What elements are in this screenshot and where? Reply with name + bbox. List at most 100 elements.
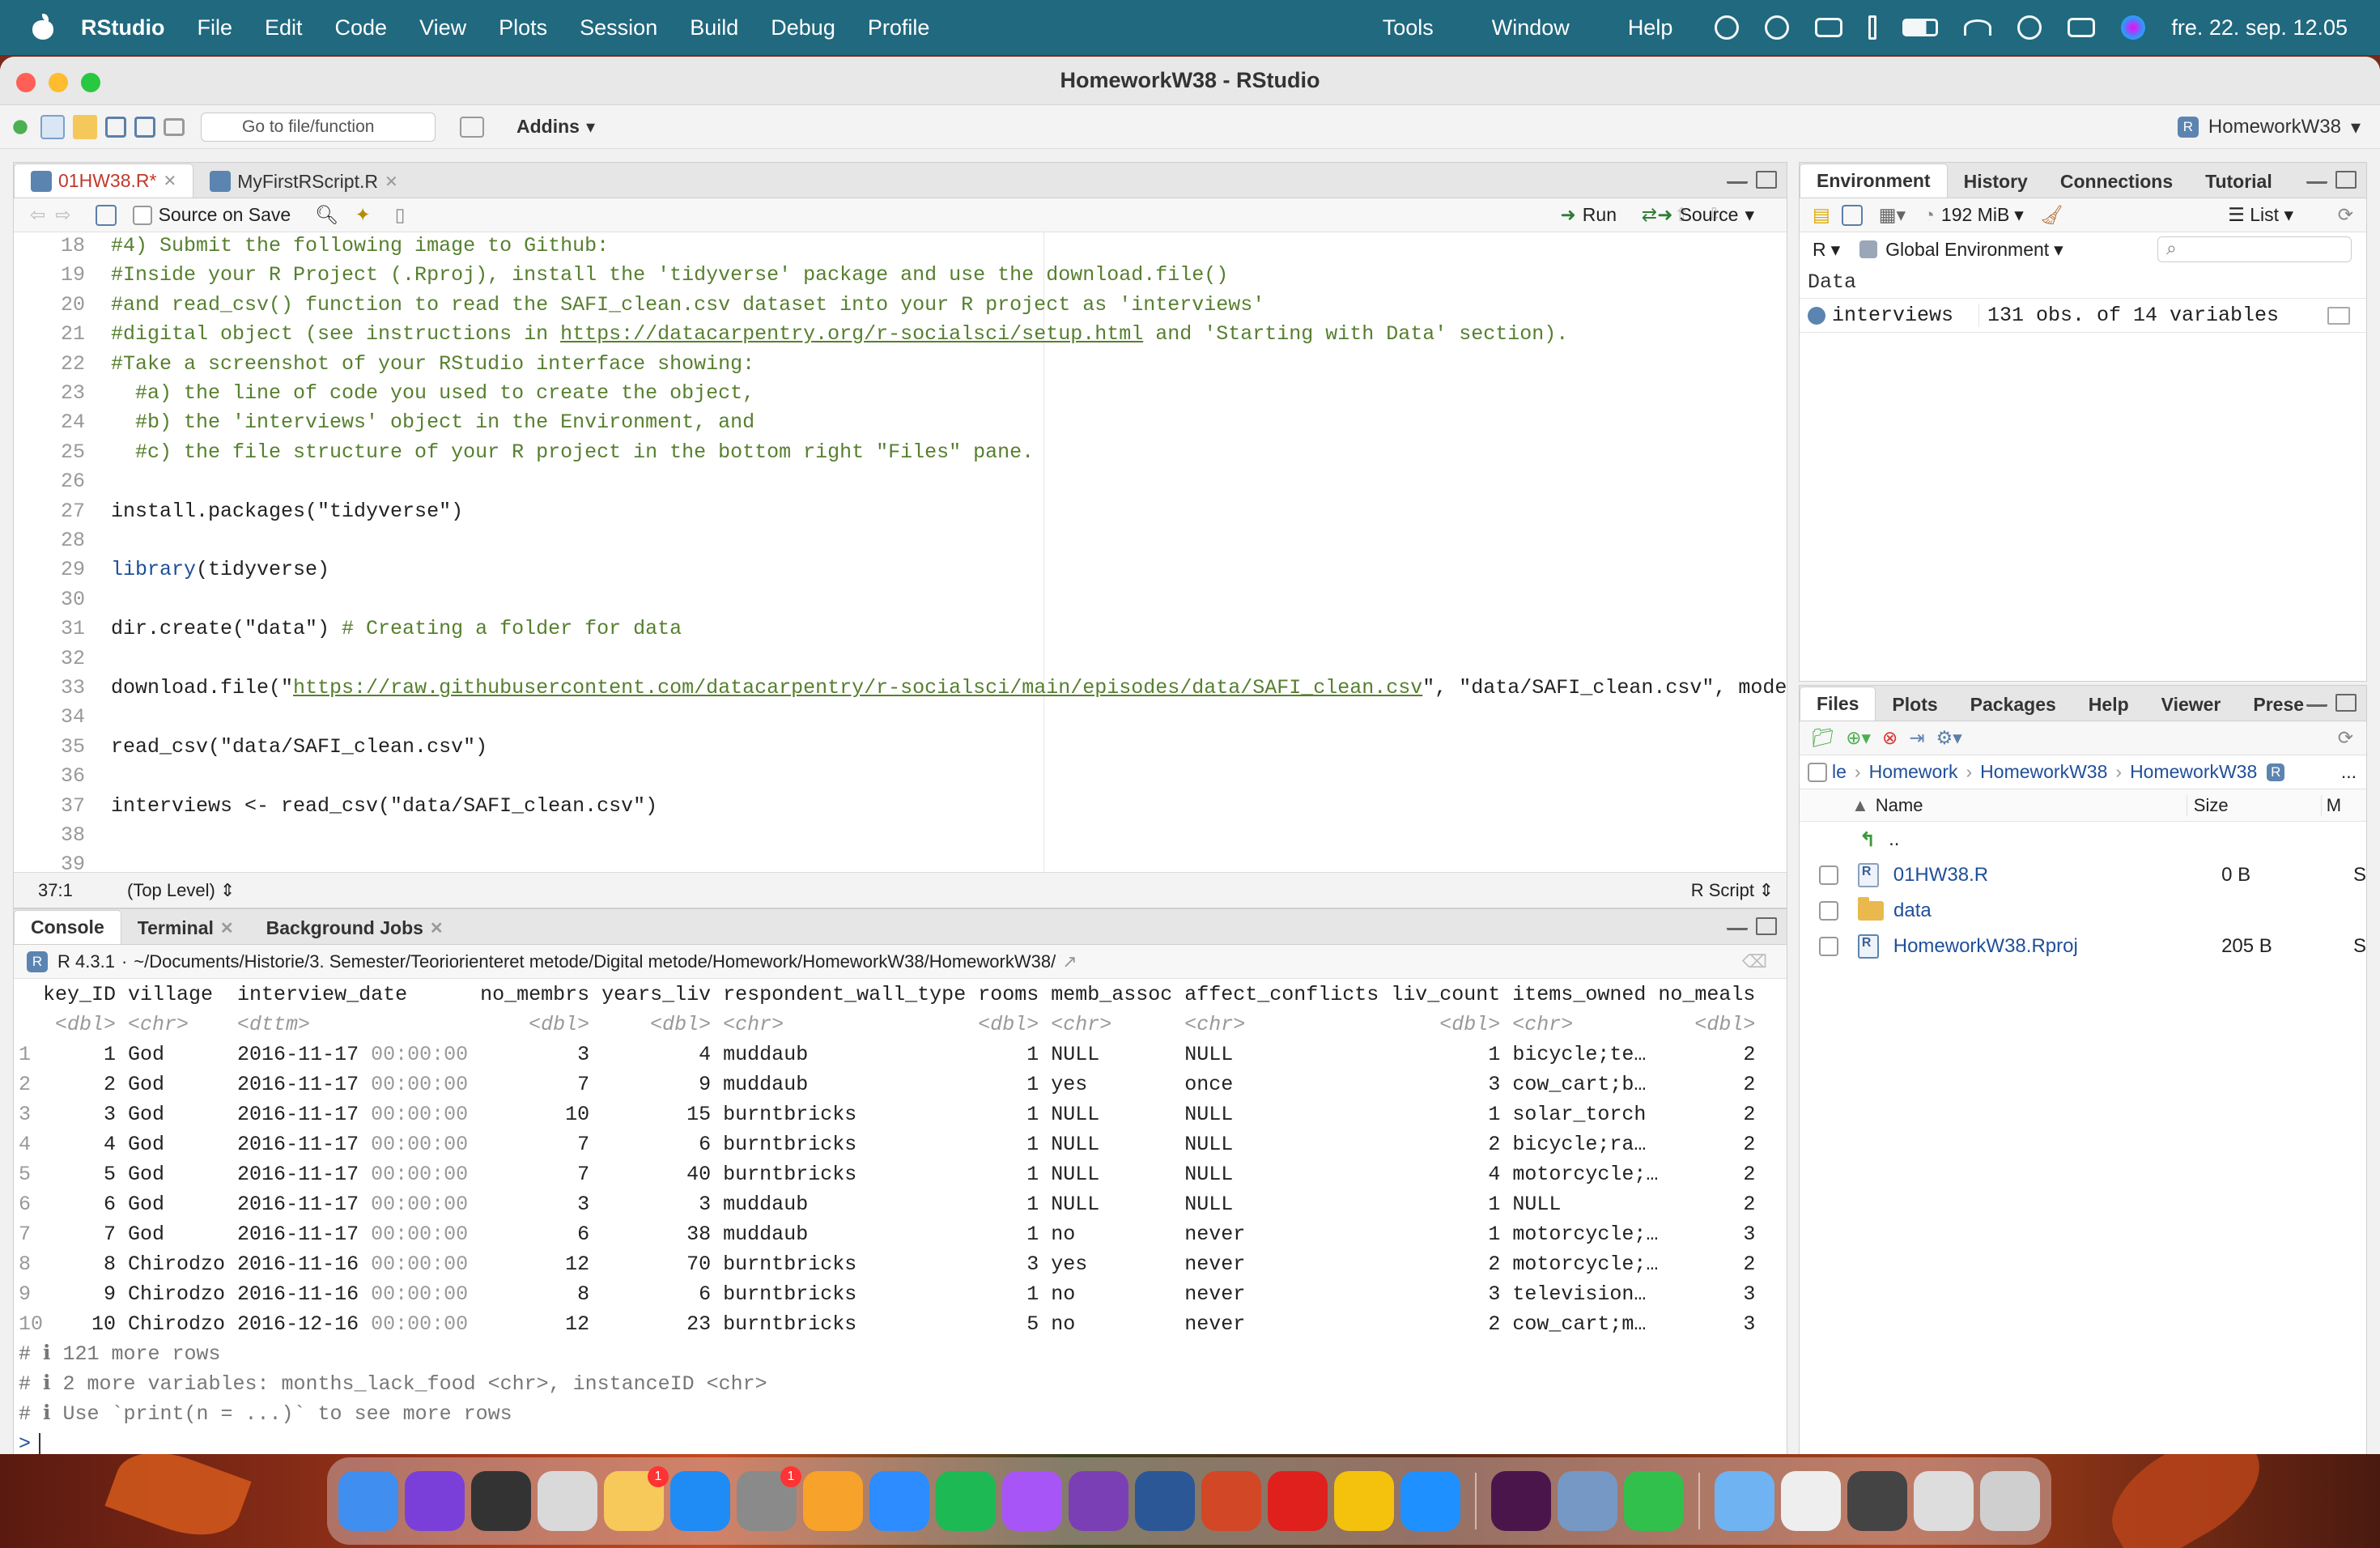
file-checkbox[interactable]: [1819, 865, 1838, 885]
addins-menu[interactable]: Addins: [516, 116, 580, 138]
minimize-pane-icon[interactable]: [1727, 917, 1748, 930]
tab-plots[interactable]: Plots: [1876, 688, 1953, 721]
file-row[interactable]: 01HW38.R 0 B S: [1800, 857, 2366, 893]
maximize-pane-icon[interactable]: [2335, 694, 2357, 712]
menu-build[interactable]: Build: [674, 15, 754, 40]
goto-file-input[interactable]: Go to file/function: [201, 112, 436, 142]
tab-viewer[interactable]: Viewer: [2145, 688, 2238, 721]
file-checkbox[interactable]: [1819, 901, 1838, 921]
menu-session[interactable]: Session: [563, 15, 674, 40]
close-icon[interactable]: ✕: [220, 918, 234, 938]
slack-icon[interactable]: [1491, 1471, 1551, 1531]
tab-files[interactable]: Files: [1800, 687, 1876, 721]
load-workspace-icon[interactable]: ▤: [1813, 204, 1830, 226]
code-line[interactable]: 24 #b) the 'interviews' object in the En…: [14, 409, 1787, 436]
menu-view[interactable]: View: [403, 15, 482, 40]
launchpad-icon[interactable]: [538, 1471, 597, 1531]
close-icon[interactable]: ✕: [430, 918, 444, 938]
col-modified[interactable]: M: [2320, 794, 2341, 816]
environment-search-input[interactable]: ⌕: [2157, 236, 2352, 262]
menu-tools[interactable]: Tools: [1366, 15, 1450, 40]
zoom-icon[interactable]: [869, 1471, 929, 1531]
keyboard-icon[interactable]: [1815, 18, 1843, 37]
scope-selector[interactable]: Global Environment: [1885, 239, 2049, 261]
console-output[interactable]: key_ID village interview_date no_membrs …: [14, 979, 1787, 1454]
code-line[interactable]: 21 #digital object (see instructions in h…: [14, 321, 1787, 348]
photos-icon[interactable]: 1: [604, 1466, 669, 1531]
scope-selector[interactable]: (Top Level): [127, 880, 215, 901]
source-on-save-checkbox[interactable]: [132, 205, 152, 225]
file-row-parent[interactable]: ↰ ..: [1800, 822, 2366, 857]
code-line[interactable]: 38: [14, 822, 1787, 849]
language-selector[interactable]: R: [1813, 239, 1826, 261]
goto-directory-icon[interactable]: ↗: [1062, 951, 1077, 972]
code-line[interactable]: 32: [14, 645, 1787, 673]
new-folder-icon[interactable]: 📁︎: [1811, 727, 1834, 749]
document-icon[interactable]: [1781, 1471, 1841, 1531]
file-row[interactable]: HomeworkW38.Rproj 205 B S: [1800, 929, 2366, 964]
maximize-pane-icon[interactable]: [1756, 917, 1777, 935]
menu-file[interactable]: File: [181, 15, 249, 40]
code-line[interactable]: 28: [14, 527, 1787, 555]
r-project-icon[interactable]: R: [2267, 763, 2285, 781]
code-line[interactable]: 19 #Inside your R Project (.Rproj), insta…: [14, 262, 1787, 289]
folder-icon[interactable]: [1715, 1471, 1774, 1531]
spotlight-search-icon[interactable]: [2017, 15, 2042, 40]
close-icon[interactable]: ✕: [385, 172, 398, 192]
file-row[interactable]: data: [1800, 893, 2366, 929]
back-arrow-icon[interactable]: ⇦: [30, 204, 45, 226]
breadcrumb-item[interactable]: Homework: [1869, 761, 1958, 783]
code-line[interactable]: 36: [14, 763, 1787, 790]
print-icon[interactable]: [164, 117, 185, 136]
menubar-clock[interactable]: fre. 22. sep. 12.05: [2171, 15, 2348, 40]
siri-icon[interactable]: [2121, 15, 2146, 40]
rename-icon[interactable]: ⇥: [1909, 727, 1924, 749]
finder-icon[interactable]: [338, 1471, 398, 1531]
breadcrumb-item[interactable]: HomeworkW38: [2130, 761, 2257, 783]
view-data-icon[interactable]: [2327, 306, 2350, 325]
code-line[interactable]: 18 #4) Submit the following image to Gith…: [14, 232, 1787, 260]
wifi-icon[interactable]: [1964, 19, 1992, 36]
pages-icon[interactable]: [803, 1471, 863, 1531]
file-name[interactable]: data: [1893, 899, 2224, 922]
messenger-icon[interactable]: [1002, 1471, 1062, 1531]
code-line[interactable]: 20 #and read_csv() function to read the S…: [14, 291, 1787, 319]
tab-background-jobs[interactable]: Background Jobs ✕: [250, 912, 460, 944]
menu-help[interactable]: Help: [1612, 15, 1689, 40]
code-line[interactable]: 25 #c) the file structure of your R proj…: [14, 439, 1787, 466]
new-file-icon[interactable]: [8, 114, 32, 139]
memory-usage[interactable]: 192 MiB: [1941, 204, 2009, 226]
project-menu[interactable]: R HomeworkW38 ▾: [2177, 105, 2361, 149]
tab-01hw38[interactable]: 01HW38.R* ✕: [14, 164, 194, 198]
save-icon[interactable]: [95, 204, 117, 226]
minimize-pane-icon[interactable]: [2306, 171, 2327, 184]
breadcrumb-item[interactable]: le: [1832, 761, 1847, 783]
code-line[interactable]: 33 download.file("https://raw.githubuserc…: [14, 674, 1787, 702]
safari-icon[interactable]: [1400, 1471, 1460, 1531]
menu-profile[interactable]: Profile: [852, 15, 946, 40]
env-object-row[interactable]: interviews 131 obs. of 14 variables: [1800, 299, 2366, 333]
mission-control-icon[interactable]: [471, 1471, 531, 1531]
code-line[interactable]: 37 interviews <- read_csv("data/SAFI_clea…: [14, 793, 1787, 820]
menu-plots[interactable]: Plots: [482, 15, 563, 40]
select-all-checkbox[interactable]: [1808, 762, 1827, 782]
minimize-window-button[interactable]: [49, 73, 68, 92]
code-editor[interactable]: 18 #4) Submit the following image to Gith…: [14, 232, 1787, 872]
minimize-pane-icon[interactable]: [1727, 171, 1748, 184]
menu-debug[interactable]: Debug: [754, 15, 852, 40]
filetype-selector[interactable]: R Script: [1691, 880, 1754, 901]
tab-terminal[interactable]: Terminal ✕: [121, 912, 250, 944]
screenshot-icon[interactable]: [1847, 1471, 1907, 1531]
play-icon[interactable]: [1715, 15, 1740, 40]
console-line[interactable]: >: [19, 1430, 41, 1454]
more-gear-icon[interactable]: ⚙▾: [1936, 727, 1962, 749]
onenote-icon[interactable]: [1069, 1471, 1128, 1531]
menu-edit[interactable]: Edit: [249, 15, 319, 40]
mute-icon[interactable]: [1765, 15, 1790, 40]
chrome-icon[interactable]: [1334, 1471, 1394, 1531]
rstudio-icon[interactable]: [1558, 1471, 1617, 1531]
close-window-button[interactable]: [16, 73, 36, 92]
breadcrumb-more[interactable]: ...: [2341, 761, 2357, 783]
working-directory[interactable]: ~/Documents/Historie/3. Semester/Teorior…: [134, 951, 1056, 972]
code-line[interactable]: 22 #Take a screenshot of your RStudio int…: [14, 351, 1787, 378]
